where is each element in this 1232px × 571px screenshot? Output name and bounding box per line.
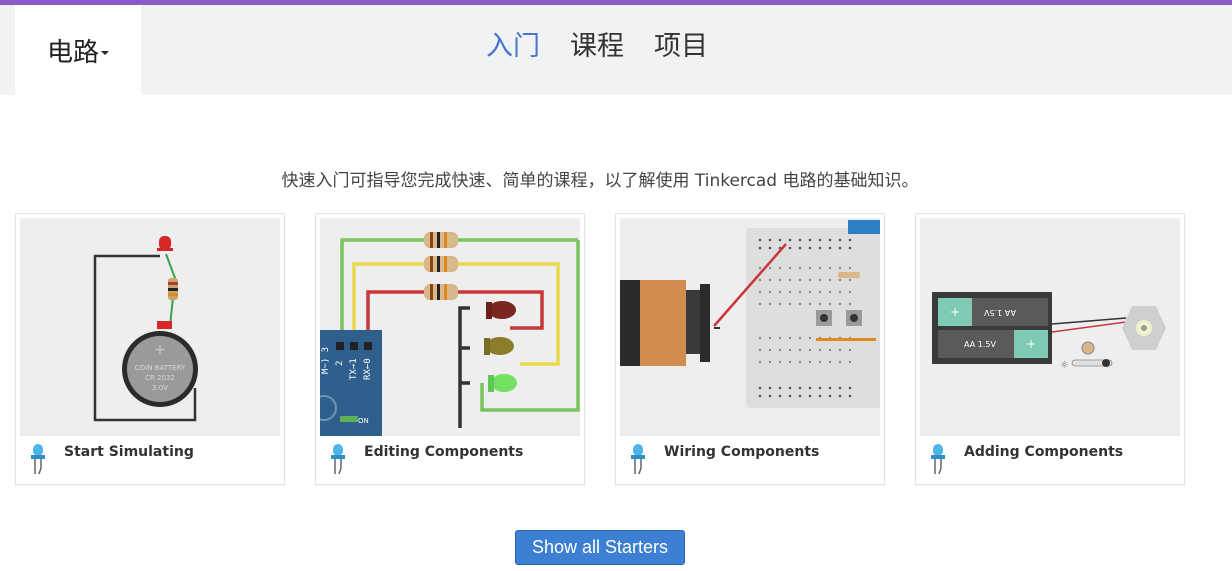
- arduino-pin-2: 2: [335, 361, 345, 366]
- card-title: Start Simulating: [64, 444, 194, 460]
- circuit-thumbnail: [620, 218, 880, 436]
- arduino-pin-3: M~) 3: [321, 347, 331, 374]
- coin-battery-voltage: 3.0V: [152, 384, 168, 392]
- svg-text:+: +: [154, 342, 166, 358]
- category-dropdown-label: 电路: [46, 37, 99, 68]
- coin-battery-model: CR 2032: [145, 374, 175, 382]
- blue-led-icon: [330, 444, 346, 482]
- card-title: Adding Components: [964, 444, 1124, 460]
- starter-card-wiring-components[interactable]: Wiring Components: [615, 213, 885, 485]
- blue-led-icon: [630, 444, 646, 482]
- circuit-thumbnail: + COIN BATTERY CR 2032 3.0V: [20, 218, 280, 436]
- intro-text: 快速入门可指导您完成快速、简单的课程，以了解使用 Tinkercad 电路的基础…: [281, 171, 919, 191]
- blue-led-icon: [30, 444, 46, 482]
- arduino-on-label: ON: [358, 417, 369, 425]
- tabs: 入门 课程 项目: [486, 30, 708, 64]
- coin-battery-label: COIN BATTERY: [135, 364, 186, 372]
- caret-down-icon: [101, 51, 109, 55]
- battery-label-bottom: AA 1.5V: [964, 340, 996, 349]
- category-dropdown[interactable]: 电路: [15, 5, 141, 95]
- card-title: Wiring Components: [664, 444, 820, 460]
- battery-label-top: AA 1.5V: [984, 308, 1016, 317]
- card-title: Editing Components: [364, 444, 524, 460]
- circuit-thumbnail: M~) 3 2 TX→1 RX←0 ON: [320, 218, 580, 436]
- arduino-pin-0: RX←0: [363, 358, 373, 380]
- circuit-thumbnail: + AA 1.5V + AA 1.5V ☼: [920, 218, 1180, 436]
- tab-projects[interactable]: 项目: [654, 30, 708, 64]
- svg-text:☼: ☼: [1060, 360, 1069, 371]
- svg-text:+: +: [950, 305, 960, 319]
- starter-card-start-simulating[interactable]: + COIN BATTERY CR 2032 3.0V Start Simula…: [15, 213, 285, 485]
- tab-lessons[interactable]: 课程: [570, 30, 624, 64]
- tab-getting-started[interactable]: 入门: [486, 30, 540, 64]
- show-all-starters-button[interactable]: Show all Starters: [515, 530, 685, 565]
- blue-led-icon: [930, 444, 946, 482]
- starter-card-adding-components[interactable]: + AA 1.5V + AA 1.5V ☼ Adding Components: [915, 213, 1185, 485]
- arduino-pin-1: TX→1: [349, 358, 359, 380]
- svg-text:+: +: [1026, 337, 1036, 351]
- starter-card-editing-components[interactable]: M~) 3 2 TX→1 RX←0 ON Editing Components: [315, 213, 585, 485]
